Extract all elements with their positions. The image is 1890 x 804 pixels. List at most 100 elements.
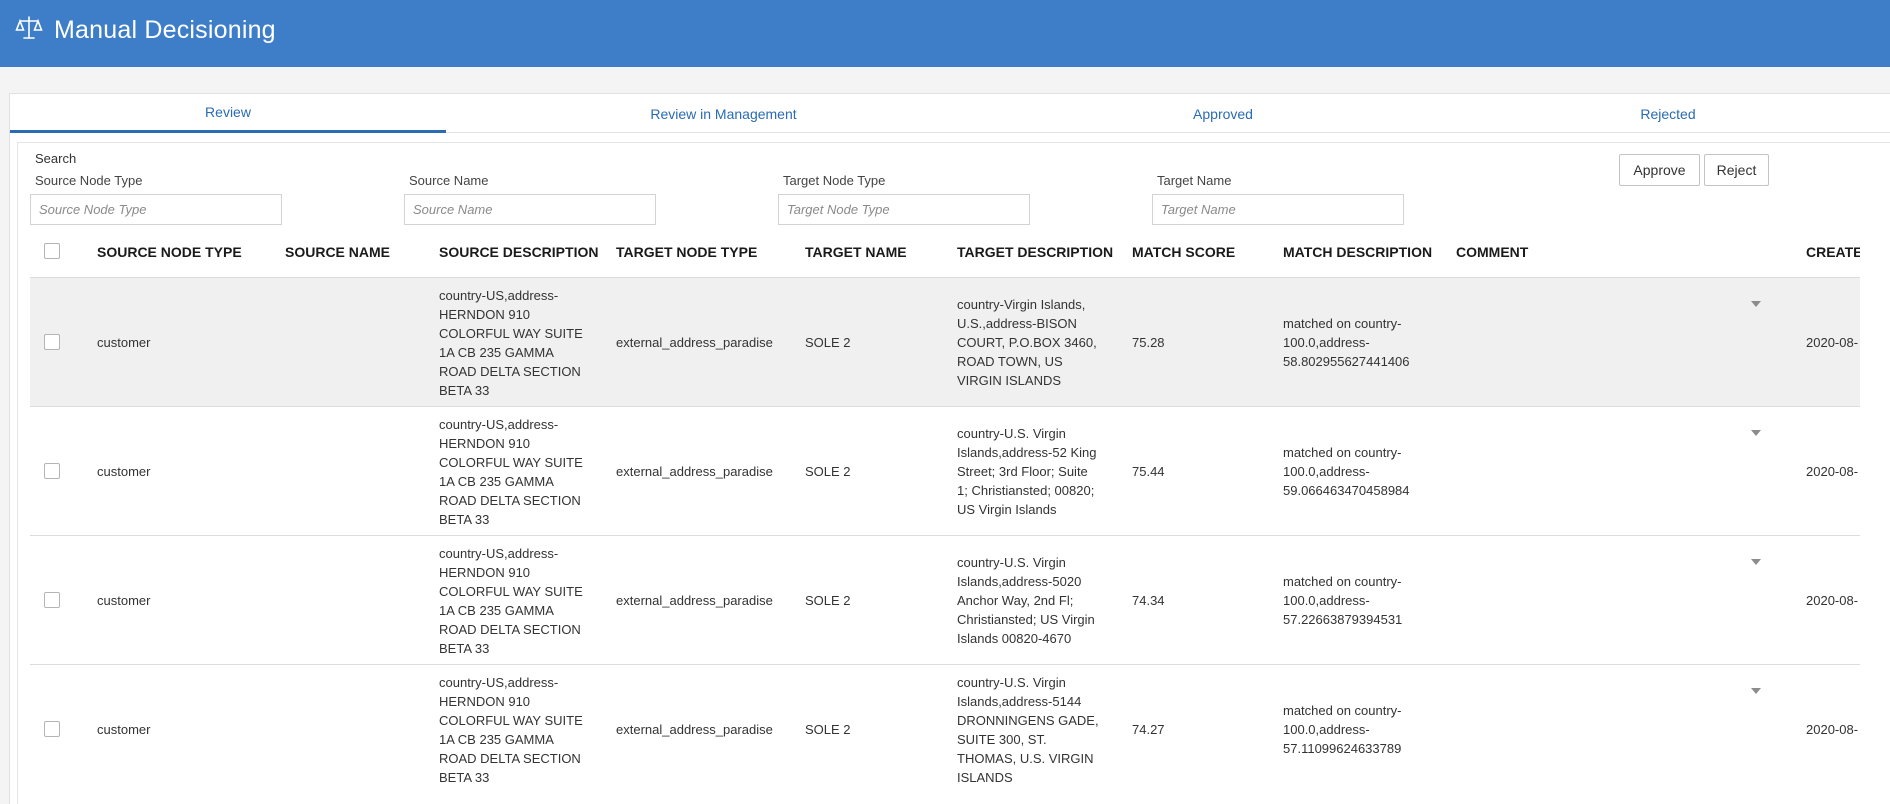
target-description-cell-line: Anchor Way, 2nd Fl; <box>957 593 1074 608</box>
match-description-cell: matched on country- 100.0,address- 58.8029… <box>1283 278 1453 407</box>
target-name-cell-text: SOLE 2 <box>805 593 851 608</box>
source-name-cell <box>285 407 425 536</box>
match-description-cell: matched on country- 100.0,address- 57.1109… <box>1283 665 1453 794</box>
target-name-cell: SOLE 2 <box>805 278 945 407</box>
column-header[interactable]: MATCH SCORE <box>1132 244 1235 260</box>
target-node-type-cell-text: external_address_paradise <box>616 464 773 479</box>
column-header[interactable]: TARGET NAME <box>805 244 907 260</box>
target-node-type-cell-text: external_address_paradise <box>616 593 773 608</box>
chevron-down-icon[interactable] <box>1751 301 1761 307</box>
page-title: Manual Decisioning <box>54 16 276 44</box>
select-all-checkbox[interactable] <box>44 243 60 259</box>
match-score-cell-text: 74.34 <box>1132 593 1165 608</box>
target-description-cell-line: SUITE 300, ST. <box>957 731 1047 747</box>
source-description-cell: country-US,address- HERNDON 910 COLORFUL W… <box>439 536 609 665</box>
target-name-cell-text: SOLE 2 <box>805 335 851 350</box>
match-score-cell: 75.28 <box>1132 278 1272 407</box>
tab-approved[interactable]: Approved <box>1001 94 1445 133</box>
source-description-cell-line: HERNDON 910 <box>439 306 531 322</box>
target-description-cell-line: Islands 00820-4670 <box>957 631 1072 646</box>
source-description-cell-line: COLORFUL WAY SUITE <box>439 454 583 470</box>
match-description-cell-line: 57.22663879394531 <box>1283 612 1403 627</box>
column-header[interactable]: CREATED <box>1806 244 1860 260</box>
tab-rejected[interactable]: Rejected <box>1445 94 1890 133</box>
chevron-down-icon[interactable] <box>1751 430 1761 436</box>
match-description-cell-line: 100.0,address- <box>1283 464 1370 479</box>
tab-review[interactable]: Review <box>10 94 446 133</box>
target-name-cell-text: SOLE 2 <box>805 464 851 479</box>
source-name-cell <box>285 278 425 407</box>
row-checkbox[interactable] <box>44 334 60 350</box>
column-header[interactable]: COMMENT <box>1456 244 1528 260</box>
reject-button[interactable]: Reject <box>1704 154 1769 186</box>
source-node-type-cell: customer <box>97 407 267 536</box>
match-score-cell-text: 75.44 <box>1132 464 1165 479</box>
match-description-cell: matched on country- 100.0,address- 57.2266… <box>1283 536 1453 665</box>
target-node-type-cell-text: external_address_paradise <box>616 722 773 737</box>
source-description-cell-line: ROAD DELTA SECTION <box>439 621 581 637</box>
source-description-cell-line: country-US,address- <box>439 416 559 432</box>
source-node-type-cell-text: customer <box>97 722 151 737</box>
target-name-cell: SOLE 2 <box>805 407 945 536</box>
table-row[interactable]: customer country-US,address- HERNDON 910 CO… <box>30 406 1860 535</box>
source-description-cell-line: country-US,address- <box>439 674 559 690</box>
source-description-cell: country-US,address- HERNDON 910 COLORFUL W… <box>439 407 609 536</box>
row-checkbox[interactable] <box>44 463 60 479</box>
target-description-cell-line: 1; Christiansted; 00820; <box>957 483 1095 498</box>
target-node-type-input[interactable] <box>778 194 1030 225</box>
match-description-cell-line: 57.11099624633789 <box>1283 741 1402 756</box>
column-header[interactable]: SOURCE NAME <box>285 244 390 260</box>
match-description-cell-line: matched on country- <box>1283 445 1402 460</box>
target-description-cell-line: US Virgin Islands <box>957 502 1057 517</box>
target-description-cell: country-U.S. Virgin Islands,address-5020 A… <box>957 536 1127 665</box>
match-description-cell-line: matched on country- <box>1283 703 1402 718</box>
match-description-cell-line: 58.802955627441406 <box>1283 354 1410 369</box>
target-description-cell: country-U.S. Virgin Islands,address-5144 D… <box>957 665 1127 794</box>
tab-review-in-management[interactable]: Review in Management <box>446 94 1001 133</box>
target-name-input[interactable] <box>1152 194 1404 225</box>
approve-button[interactable]: Approve <box>1619 154 1700 186</box>
source-name-input[interactable] <box>404 194 656 225</box>
target-description-cell-line: Islands,address-5144 <box>957 693 1082 709</box>
column-header[interactable]: SOURCE DESCRIPTION <box>439 244 598 260</box>
source-node-type-cell: customer <box>97 665 267 794</box>
target-description-cell-line: Islands,address-52 King <box>957 445 1097 460</box>
source-description-cell-line: HERNDON 910 <box>439 564 531 580</box>
target-name-label: Target Name <box>1157 173 1232 188</box>
column-header[interactable]: TARGET NODE TYPE <box>616 244 757 260</box>
table-row[interactable]: customer country-US,address- HERNDON 910 CO… <box>30 664 1860 793</box>
target-description-cell-line: Christiansted; US Virgin <box>957 612 1095 627</box>
column-header[interactable]: MATCH DESCRIPTION <box>1283 244 1432 260</box>
match-description-cell: matched on country- 100.0,address- 59.0664… <box>1283 407 1453 536</box>
target-description-cell: country-Virgin Islands, U.S.,address-BISO… <box>957 278 1127 407</box>
created-cell-text: 2020-08- <box>1806 464 1859 479</box>
target-description-cell-line: Street; 3rd Floor; Suite <box>957 464 1088 479</box>
column-header[interactable]: TARGET DESCRIPTION <box>957 244 1113 260</box>
source-description-cell-line: ROAD DELTA SECTION <box>439 363 581 379</box>
target-node-type-cell: external_address_paradise <box>616 278 801 407</box>
target-node-type-cell: external_address_paradise <box>616 407 801 536</box>
column-header[interactable]: SOURCE NODE TYPE <box>97 244 242 260</box>
table-row[interactable]: customer country-US,address- HERNDON 910 CO… <box>30 535 1860 664</box>
target-name-cell: SOLE 2 <box>805 536 945 665</box>
source-name-label: Source Name <box>409 173 489 188</box>
chevron-down-icon[interactable] <box>1751 559 1761 565</box>
target-description-cell-line: ISLANDS <box>957 769 1013 785</box>
source-node-type-cell-text: customer <box>97 593 151 608</box>
source-node-type-input[interactable] <box>30 194 282 225</box>
source-description-cell-line: 1A CB 235 GAMMA <box>439 731 554 747</box>
table-row[interactable]: customer country-US,address- HERNDON 910 CO… <box>30 277 1860 406</box>
comment-cell <box>1456 665 1756 794</box>
chevron-down-icon[interactable] <box>1751 688 1761 694</box>
created-cell-text: 2020-08- <box>1806 722 1859 737</box>
target-description-cell-line: country-U.S. Virgin <box>957 674 1066 690</box>
tab-bar: Review Review in Management Approved Rej… <box>10 94 1890 133</box>
target-description-cell-line: ROAD TOWN, US <box>957 354 1063 369</box>
row-checkbox[interactable] <box>44 592 60 608</box>
row-checkbox[interactable] <box>44 721 60 737</box>
target-description-cell-line: Islands,address-5020 <box>957 574 1082 589</box>
scales-icon <box>15 16 43 39</box>
comment-cell <box>1456 278 1756 407</box>
target-description-cell-line: country-U.S. Virgin <box>957 555 1066 570</box>
match-score-cell-text: 75.28 <box>1132 335 1165 350</box>
